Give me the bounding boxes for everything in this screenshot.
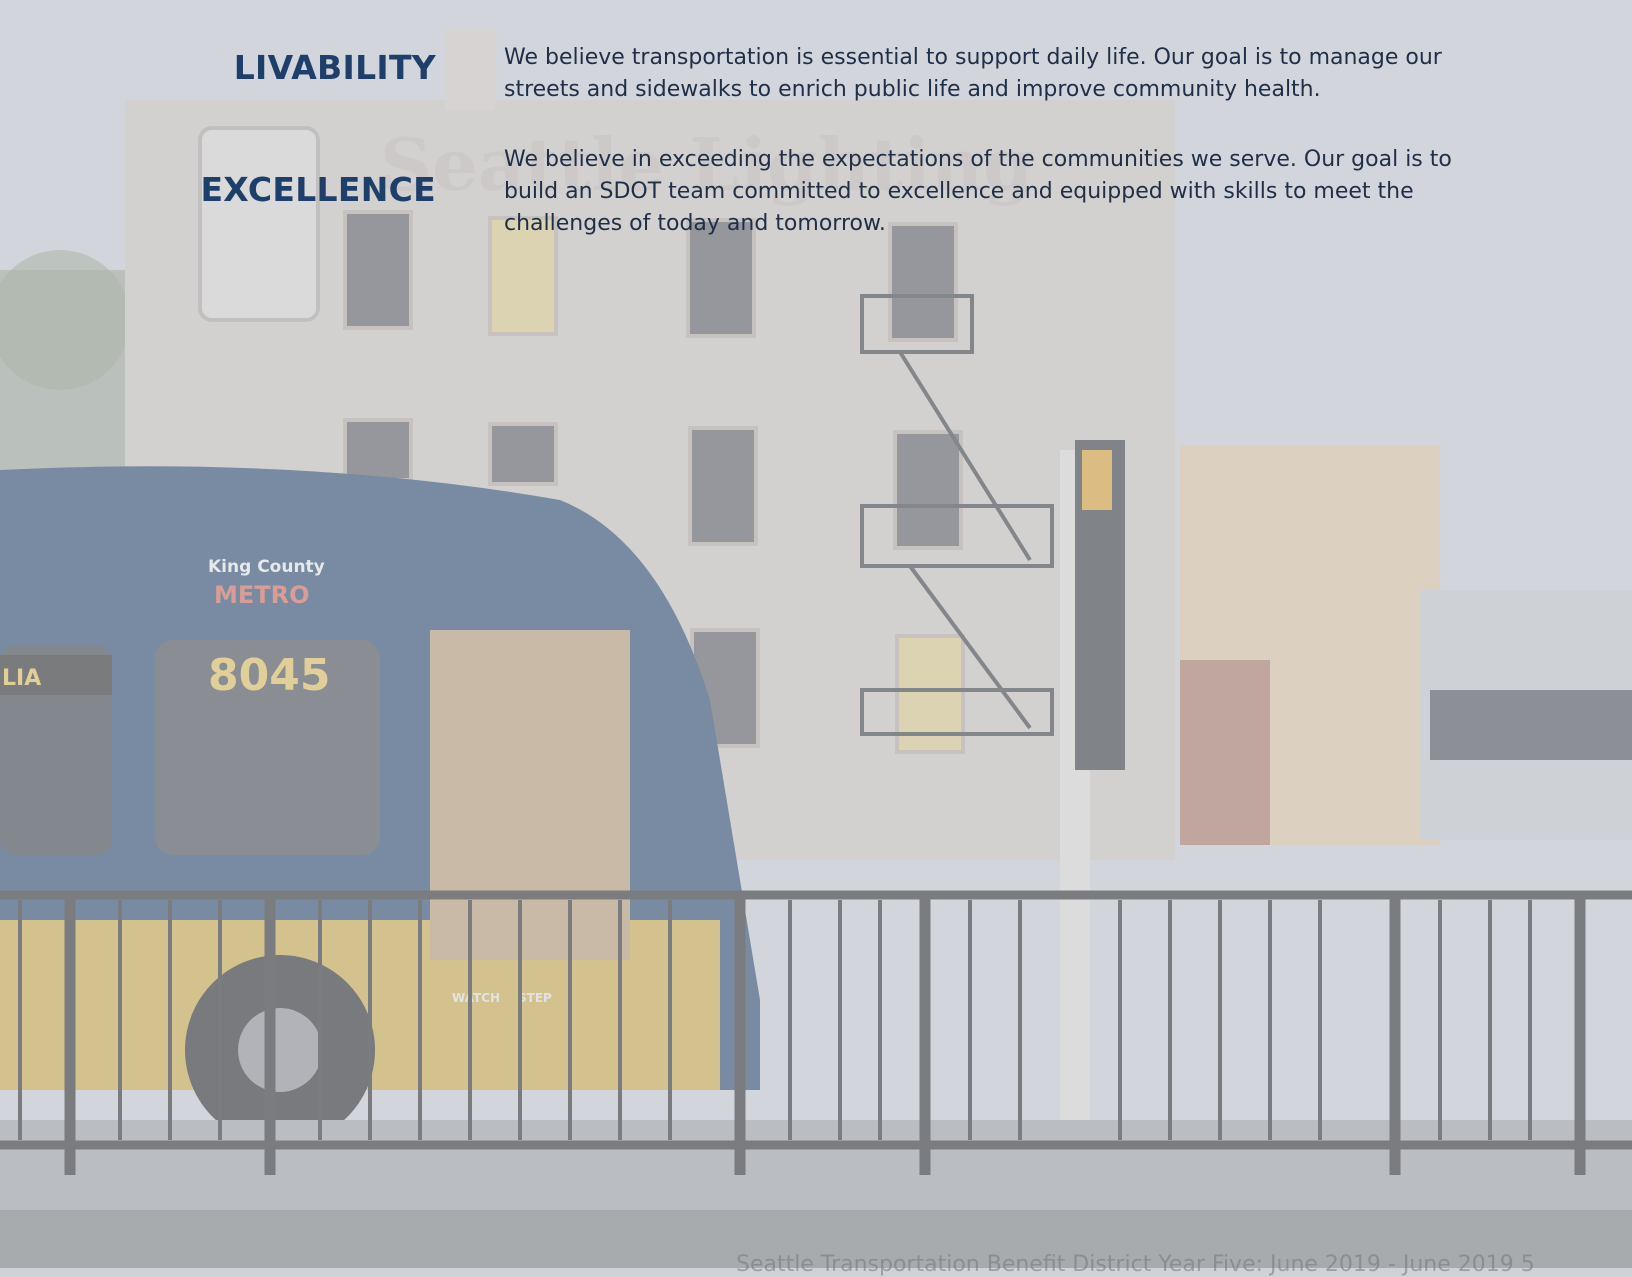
value-title: EXCELLENCE [200, 170, 436, 209]
value-title: LIVABILITY [233, 48, 436, 87]
value-description: We believe in exceeding the expectations… [504, 147, 1452, 236]
value-description: We believe transportation is essential t… [504, 45, 1442, 102]
page-footer: Seattle Transportation Benefit District … [736, 1252, 1535, 1277]
